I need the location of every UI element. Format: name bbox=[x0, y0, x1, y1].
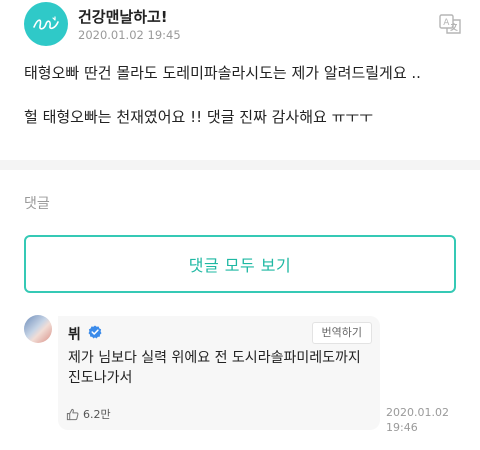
view-all-comments-button[interactable]: 댓글 모두 보기 bbox=[24, 235, 456, 293]
signature-logo-icon bbox=[33, 16, 59, 30]
comment-author[interactable]: 뷔 bbox=[68, 324, 81, 344]
translate-icon: A bbox=[439, 14, 461, 34]
author-avatar[interactable] bbox=[24, 2, 68, 46]
translate-button[interactable]: A bbox=[436, 10, 464, 38]
post-body: 태형오빠 딴건 몰라도 도레미파솔라시도는 제가 알려드릴게요 .. 헐 태형오… bbox=[24, 62, 464, 128]
author-name[interactable]: 건강맨날하고! bbox=[78, 6, 168, 27]
thumbs-up-icon bbox=[66, 408, 79, 420]
comment-text: 제가 님보다 실력 위에요 전 도시라솔파미레도까지 진도나가서 bbox=[68, 350, 361, 386]
post-text-line: 헐 태형오빠는 천재였어요 !! 댓글 진짜 감사해요 ㅠㅜㅜ bbox=[24, 108, 374, 126]
svg-text:A: A bbox=[443, 18, 450, 28]
verified-badge-icon bbox=[88, 325, 102, 339]
comment-time: 19:46 bbox=[386, 421, 418, 434]
section-divider bbox=[0, 160, 480, 170]
post-time: 2020.01.02 19:45 bbox=[78, 28, 181, 42]
like-button[interactable]: 6.2만 bbox=[66, 406, 111, 422]
post-text-line: 태형오빠 딴건 몰라도 도레미파솔라시도는 제가 알려드릴게요 .. bbox=[24, 64, 421, 82]
comment-bubble: 뷔 번역하기 제가 님보다 실력 위에요 전 도시라솔파미레도까지 진도나가서 … bbox=[58, 316, 380, 430]
like-count: 6.2만 bbox=[83, 408, 111, 421]
commenter-avatar[interactable] bbox=[24, 315, 52, 343]
comment-timestamp: 2020.01.02 19:46 bbox=[386, 405, 449, 435]
comment-translate-button[interactable]: 번역하기 bbox=[311, 322, 372, 344]
comment-date: 2020.01.02 bbox=[386, 406, 449, 419]
post-header: 건강맨날하고! 2020.01.02 19:45 A bbox=[24, 2, 464, 46]
comments-label: 댓글 bbox=[24, 196, 50, 212]
